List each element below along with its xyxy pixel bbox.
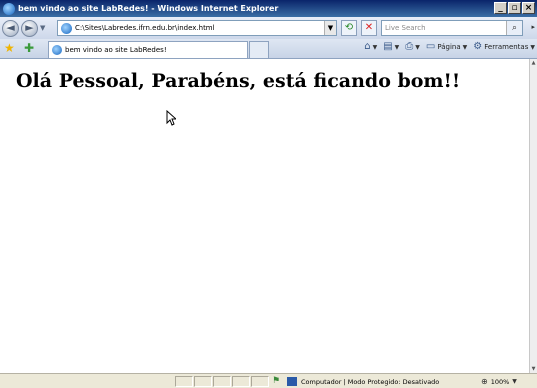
computer-zone-icon — [287, 377, 297, 386]
page-icon — [61, 22, 72, 34]
new-tab-button[interactable] — [249, 41, 269, 58]
tab-label: bem vindo ao site LabRedes! — [65, 46, 167, 54]
page-content: Olá Pessoal, Parabéns, está ficando bom!… — [0, 59, 529, 373]
favorites-star-icon[interactable]: ★ — [4, 42, 15, 54]
zoom-control[interactable]: ⊕ 100% ▼ — [481, 376, 517, 387]
search-box[interactable]: ⌕ — [381, 20, 523, 36]
page-menu-icon: ▭ — [425, 41, 436, 52]
zone-text: Computador | Modo Protegido: Desativado — [301, 377, 440, 386]
page-heading: Olá Pessoal, Parabéns, está ficando bom!… — [16, 70, 461, 92]
back-button[interactable]: ◄ — [2, 19, 19, 37]
status-pane — [232, 376, 250, 387]
address-url[interactable]: C:\Sites\Labredes.ifrn.edu.br\index.html — [75, 24, 215, 32]
vertical-scrollbar[interactable]: ▲ ▼ — [529, 59, 537, 373]
tools-menu-label: Ferramentas — [484, 43, 529, 51]
window-title: bem vindo ao site LabRedes! - Windows In… — [18, 4, 279, 13]
page-menu[interactable]: ▭ Página ▼ — [426, 42, 467, 52]
security-zone[interactable]: Computador | Modo Protegido: Desativado — [287, 376, 439, 387]
tab-labredes[interactable]: bem vindo ao site LabRedes! — [48, 41, 248, 58]
home-icon: ⌂ — [364, 41, 371, 52]
scroll-up-arrow-icon[interactable]: ▲ — [530, 59, 537, 67]
tab-page-icon — [52, 45, 62, 55]
status-pane — [213, 376, 231, 387]
page-menu-label: Página — [437, 43, 461, 51]
feeds-button[interactable]: ▤ ▼ — [383, 42, 399, 52]
security-icon: ⚑ — [272, 376, 281, 386]
minimize-button[interactable]: _ — [494, 2, 507, 14]
address-toolbar: ◄ ► ▼ C:\Sites\Labredes.ifrn.edu.br\inde… — [0, 17, 537, 39]
address-bar[interactable]: C:\Sites\Labredes.ifrn.edu.br\index.html… — [57, 20, 337, 36]
print-button[interactable]: ⎙ ▼ — [405, 42, 420, 52]
maximize-button[interactable]: ▫ — [508, 2, 521, 14]
close-button[interactable]: × — [522, 2, 535, 14]
stop-button[interactable]: ✕ — [361, 20, 377, 36]
status-pane — [194, 376, 212, 387]
window-controls: _ ▫ × — [494, 2, 535, 14]
scroll-down-arrow-icon[interactable]: ▼ — [530, 365, 537, 373]
tools-menu[interactable]: ⚙ Ferramentas ▼ — [473, 42, 535, 52]
print-icon: ⎙ — [405, 41, 414, 52]
status-bar: ⚑ Computador | Modo Protegido: Desativad… — [0, 373, 537, 388]
command-bar: ⌂ ▼ ▤ ▼ ⎙ ▼ ▭ Página ▼ ⚙ Ferramentas ▼ — [364, 42, 535, 52]
add-favorites-icon[interactable]: ✚ — [24, 42, 34, 54]
zoom-icon: ⊕ — [481, 377, 488, 386]
forward-button[interactable]: ► — [21, 19, 38, 37]
tab-bar: ★ ✚ bem vindo ao site LabRedes! ⌂ ▼ ▤ ▼ ⎙ ▼… — [0, 39, 537, 59]
status-pane — [251, 376, 269, 387]
internet-explorer-icon — [3, 2, 15, 15]
feeds-icon: ▤ — [383, 41, 393, 52]
mouse-cursor-icon — [166, 110, 176, 126]
zoom-level: 100% — [490, 377, 510, 386]
search-options-chevron-icon[interactable]: ▸ — [531, 23, 535, 31]
recent-pages-dropdown[interactable]: ▼ — [40, 24, 47, 32]
search-icon[interactable]: ⌕ — [506, 21, 522, 35]
gear-icon: ⚙ — [473, 41, 483, 52]
title-bar: bem vindo ao site LabRedes! - Windows In… — [0, 0, 537, 17]
zoom-dropdown-icon[interactable]: ▼ — [512, 378, 517, 385]
home-button[interactable]: ⌂ ▼ — [364, 42, 377, 52]
status-pane — [175, 376, 193, 387]
search-input[interactable] — [382, 21, 502, 35]
address-dropdown-button[interactable]: ▼ — [324, 21, 336, 35]
refresh-button[interactable]: ⟲ — [341, 20, 357, 36]
